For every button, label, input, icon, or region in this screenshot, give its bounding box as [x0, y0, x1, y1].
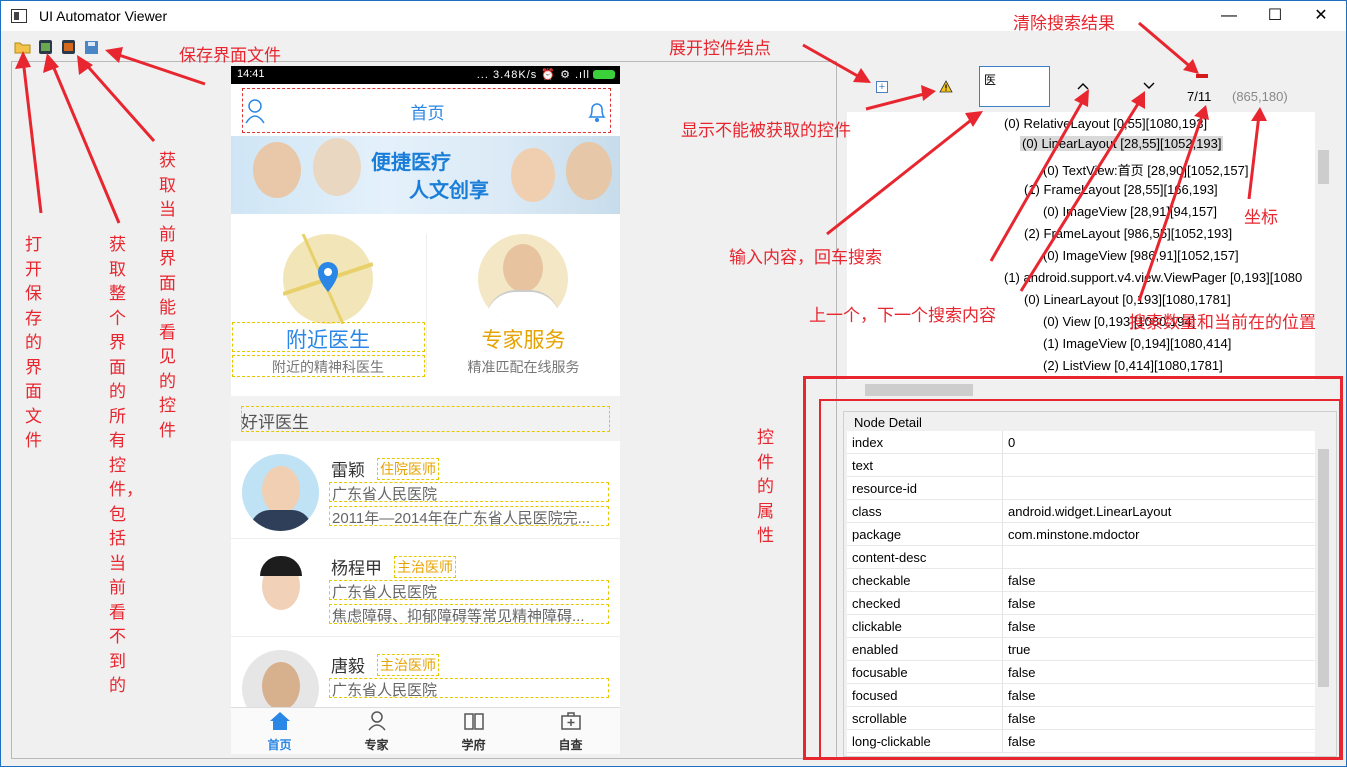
doctor-rank: 住院医师 — [377, 458, 439, 480]
app-icon — [11, 9, 27, 23]
annotation-frame-detail-inner — [819, 399, 1341, 760]
doctor-hospital: 广东省人民医院 — [329, 678, 609, 699]
tree-node[interactable]: (1) android.support.v4.view.ViewPager [0… — [1004, 270, 1302, 285]
doctor-avatar — [242, 454, 319, 531]
banner-line-1: 便捷医疗 — [371, 152, 451, 174]
annotation-dump-all: 获取整个界面的所有控件，包括当前看不到的 — [109, 235, 143, 696]
device-screenshot[interactable]: 14:41 ... 3.48K/s ⏰ ⚙ .ıll 首页 便捷医疗 人文创享 … — [231, 66, 620, 754]
doctor-avatar — [242, 552, 319, 629]
banner-line-2: 人文创享 — [409, 180, 489, 202]
section-title: 好评医生 — [241, 413, 309, 432]
tree-node[interactable]: (1) FrameLayout [28,55][166,193] — [1024, 182, 1218, 197]
tab-expert[interactable]: 专家 — [328, 708, 425, 754]
doctor-name: 雷颖 — [331, 461, 365, 480]
annotation-dump-visible: 获取当前界面能看见的控件 — [159, 151, 176, 441]
doctor-rank: 主治医师 — [394, 556, 456, 578]
book-icon — [464, 713, 484, 730]
tree-node[interactable]: (0) ImageView [986,91][1052,157] — [1043, 248, 1239, 263]
app-header[interactable]: 首页 — [242, 88, 611, 133]
nearby-doctor-card[interactable]: 附近医生 附近的精神科医生 — [231, 216, 425, 381]
title-bar: UI Automator Viewer — ☐ ✕ — [1, 1, 1346, 31]
doctor-hospital: 广东省人民医院 — [329, 580, 609, 601]
doctor-desc: 焦虑障碍、抑郁障碍等常见精神障碍... — [329, 604, 609, 624]
expert-subtitle: 精准匹配在线服务 — [467, 359, 580, 375]
folder-open-icon[interactable] — [14, 39, 32, 55]
hierarchy-tree[interactable]: (0) RelativeLayout [0,55][1080,193] (0) … — [847, 112, 1332, 380]
doctor-hospital: 广东省人民医院 — [329, 482, 609, 503]
map-icon — [282, 233, 374, 325]
battery-icon — [593, 70, 615, 79]
device-screenshot-icon[interactable] — [37, 39, 55, 55]
tree-vertical-scrollbar[interactable] — [1315, 112, 1332, 380]
bell-icon[interactable] — [586, 98, 608, 124]
status-time: 14:41 — [237, 68, 265, 80]
nearby-title: 附近医生 — [286, 329, 370, 352]
tab-academy[interactable]: 学府 — [425, 708, 522, 754]
annotation-clear: 清除搜索结果 — [1013, 14, 1115, 34]
window-title: UI Automator Viewer — [39, 8, 168, 24]
tree-node-selected[interactable]: (0) LinearLayout [28,55][1052,193] — [1020, 136, 1224, 151]
tree-node[interactable]: (2) ListView [0,414][1080,1781] — [1043, 358, 1223, 373]
doctor-icon — [368, 711, 386, 731]
doctor-row[interactable]: 杨程甲 主治医师 广东省人民医院 焦虑障碍、抑郁障碍等常见精神障碍... — [231, 540, 620, 637]
tab-selfcheck[interactable]: 自查 — [522, 708, 619, 754]
device-screenshot-compressed-icon[interactable] — [60, 39, 78, 55]
search-count: 7/11 — [1187, 89, 1212, 104]
device-status-bar: 14:41 ... 3.48K/s ⏰ ⚙ .ıll — [231, 66, 620, 84]
doctor-rank: 主治医师 — [377, 654, 439, 676]
tab-selfcheck-label: 自查 — [558, 738, 583, 752]
banner-doctor-2 — [313, 138, 361, 196]
doctor-desc: 2011年—2014年在广东省人民医院完... — [329, 506, 609, 526]
doctor-name: 唐毅 — [331, 657, 365, 676]
medkit-icon — [561, 712, 581, 730]
chevron-up-icon[interactable] — [1077, 82, 1089, 90]
annotation-props: 控件的属性 — [757, 428, 774, 546]
tab-academy-label: 学府 — [461, 738, 486, 752]
status-indicators: ... 3.48K/s ⏰ ⚙ .ıll — [476, 69, 590, 81]
expert-avatar — [478, 234, 568, 324]
maximize-button[interactable]: ☐ — [1252, 1, 1298, 31]
section-header: 好评医生 — [231, 396, 620, 441]
annotation-save: 保存界面文件 — [179, 46, 281, 66]
nearby-subtitle: 附近的精神科医生 — [272, 359, 384, 375]
expert-title: 专家服务 — [481, 329, 566, 352]
clear-search-icon[interactable] — [1196, 74, 1208, 78]
bottom-tab-bar: 首页 专家 学府 自查 — [231, 707, 620, 754]
expert-service-card[interactable]: 专家服务 精准匹配在线服务 — [427, 216, 620, 381]
save-icon[interactable] — [83, 39, 101, 55]
tree-node[interactable]: (2) FrameLayout [986,55][1052,193] — [1024, 226, 1232, 241]
annotation-open: 打开保存的界面文件 — [25, 235, 42, 451]
chevron-down-icon[interactable] — [1143, 82, 1155, 90]
expand-all-icon[interactable]: + — [876, 81, 888, 93]
tree-node[interactable]: (1) ImageView [0,194][1080,414] — [1043, 336, 1231, 351]
tree-node[interactable]: (0) LinearLayout [0,193][1080,1781] — [1024, 292, 1231, 307]
app-header-title: 首页 — [410, 104, 445, 123]
annotation-expand: 展开控件结点 — [669, 39, 771, 59]
annotation-hidden: 显示不能被获取的控件 — [681, 121, 851, 141]
tab-expert-label: 专家 — [364, 738, 389, 752]
tree-node[interactable]: (0) RelativeLayout [0,55][1080,193] — [1004, 116, 1207, 131]
warning-icon[interactable] — [939, 80, 953, 93]
annotation-coord: 坐标 — [1244, 208, 1278, 228]
tab-home[interactable]: 首页 — [231, 708, 328, 754]
banner-doctor-4 — [566, 142, 612, 200]
annotation-countpos: 搜索数量和当前在的位置 — [1129, 313, 1316, 333]
banner-doctor-3 — [511, 148, 555, 202]
close-button[interactable]: ✕ — [1298, 1, 1344, 31]
coordinates-readout: (865,180) — [1232, 89, 1288, 104]
doctor-row[interactable]: 雷颖 住院医师 广东省人民医院 2011年—2014年在广东省人民医院完... — [231, 442, 620, 539]
tree-node[interactable]: (0) TextView:首页 [28,90][1052,157] — [1043, 160, 1248, 179]
promo-banner[interactable]: 便捷医疗 人文创享 — [231, 136, 620, 214]
tab-home-label: 首页 — [267, 738, 292, 752]
annotation-input: 输入内容，回车搜索 — [729, 248, 882, 268]
banner-doctor-1 — [253, 142, 301, 198]
annotation-prevnext: 上一个，下一个搜索内容 — [809, 306, 996, 326]
app-window: UI Automator Viewer — ☐ ✕ 14:41 ... 3.48… — [0, 0, 1347, 767]
home-icon — [270, 712, 290, 730]
tree-node[interactable]: (0) ImageView [28,91][94,157] — [1043, 204, 1217, 219]
minimize-button[interactable]: — — [1206, 1, 1252, 31]
doctor-name: 杨程甲 — [331, 559, 382, 578]
search-input[interactable]: 医 — [979, 66, 1050, 107]
